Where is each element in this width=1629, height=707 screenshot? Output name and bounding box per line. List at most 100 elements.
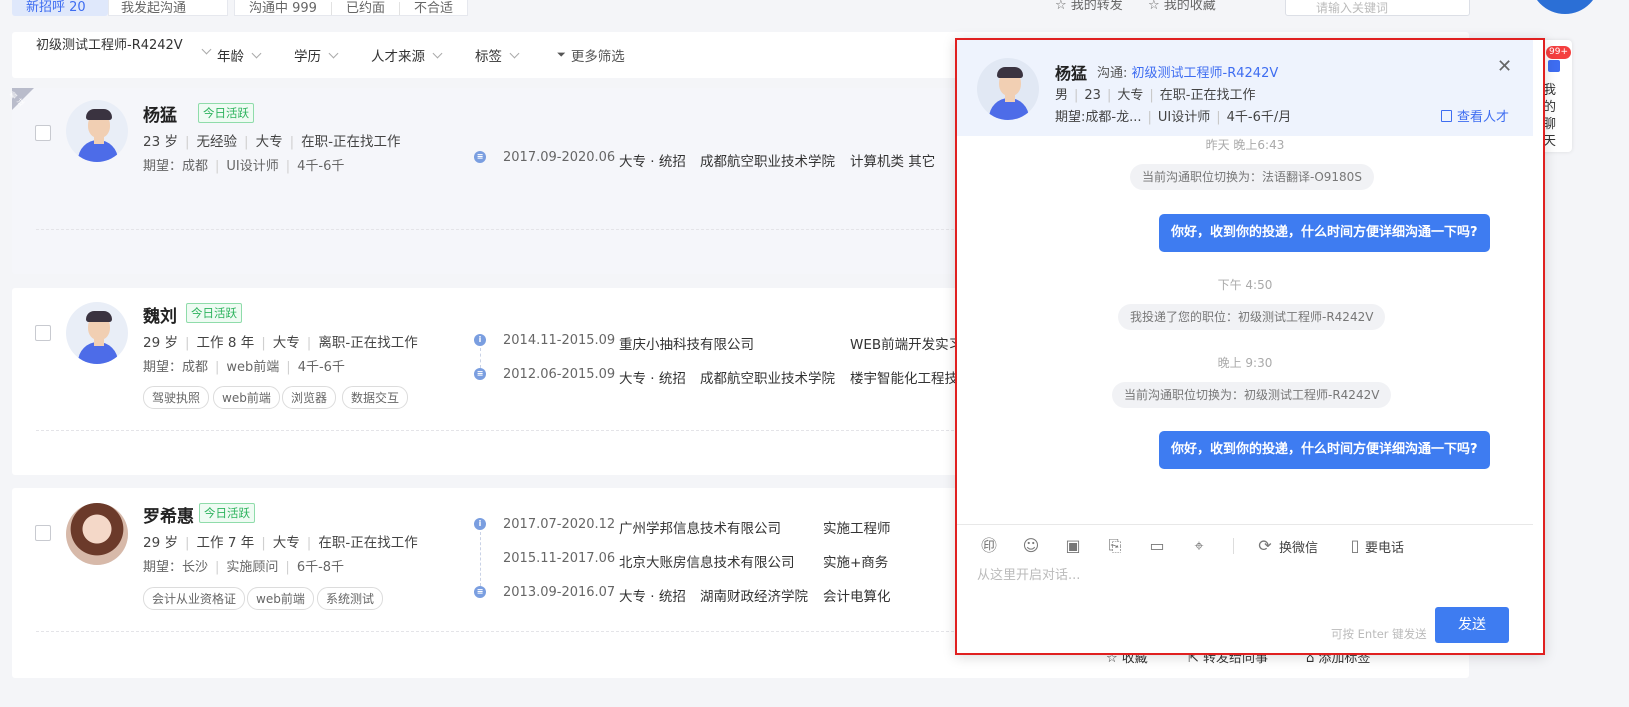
- timeline-school: 成都航空职业技术学院: [700, 371, 835, 387]
- message-time: 晚上 9:30: [1217, 356, 1273, 370]
- timeline-degree: 大专 · 统招: [619, 154, 686, 170]
- filter-education-label: 学历: [294, 49, 321, 65]
- video-icon[interactable]: ▭: [1147, 536, 1167, 556]
- common-phrases-icon[interactable]: ㊞: [979, 536, 999, 556]
- candidate-name[interactable]: 魏刘: [143, 302, 177, 327]
- filter-tags[interactable]: 标签: [475, 32, 520, 78]
- system-message: 我投递了您的职位：初级测试工程师-R4242V: [1118, 304, 1386, 330]
- message-time: 昨天 晚上6:43: [1205, 138, 1285, 152]
- candidate-name[interactable]: 杨猛: [143, 101, 177, 126]
- info-degree: 大专: [272, 335, 300, 351]
- segment-unsuitable[interactable]: 不合适: [400, 2, 467, 16]
- skill-tag: 数据交互: [342, 386, 409, 409]
- segment-communicating[interactable]: 沟通中 999: [235, 2, 332, 15]
- candidate-expectation: 期望：长沙 | 实施顾问 | 6千-8千: [143, 560, 345, 575]
- skill-tag: 系统测试: [317, 587, 384, 610]
- image-icon[interactable]: ▣: [1063, 536, 1083, 556]
- timeline-connector: [480, 532, 481, 586]
- filter-age[interactable]: 年龄: [217, 32, 262, 78]
- filter-age-label: 年龄: [217, 49, 244, 65]
- my-collect-link[interactable]: ☆ 我的收藏: [1148, 0, 1216, 13]
- timeline-major: 会计电算化: [823, 589, 891, 605]
- candidate-expectation: 期望：成都 | UI设计师 | 4千-6千: [143, 159, 345, 174]
- select-checkbox[interactable]: [35, 125, 51, 141]
- timeline-date: 2017.07-2020.12: [503, 517, 616, 532]
- viewed-corner-tag: 看过: [9, 88, 34, 110]
- close-icon[interactable]: ✕: [1497, 56, 1512, 77]
- timeline-company: 广州学邦信息技术有限公司: [619, 521, 781, 537]
- select-checkbox[interactable]: [35, 525, 51, 541]
- filter-more[interactable]: ⏷ 更多筛选: [557, 32, 625, 78]
- emoji-icon[interactable]: ☺: [1021, 536, 1041, 556]
- divider: [36, 430, 954, 431]
- expect-job: UI设计师: [226, 159, 279, 174]
- filter-more-label: 更多筛选: [570, 49, 625, 65]
- candidate-info: 29 岁 | 工作 8 年 | 大专 | 离职-正在找工作: [143, 335, 418, 351]
- candidate-name[interactable]: 罗希惠: [143, 502, 194, 527]
- timeline-school: 成都航空职业技术学院: [700, 154, 835, 170]
- timeline-degree: 大专 · 统招: [619, 589, 686, 605]
- expect-salary: 6千-8千: [296, 560, 345, 575]
- tab-initiated[interactable]: 我发起沟通: [108, 0, 228, 16]
- timeline-date: 2012.06-2015.09: [503, 367, 616, 382]
- enter-hint: 可按 Enter 键发送: [1331, 627, 1427, 641]
- send-button[interactable]: 发送: [1435, 607, 1509, 643]
- tab-new-greetings[interactable]: 新招呼 20: [12, 0, 108, 16]
- divider: [957, 524, 1533, 525]
- education-icon: ≡: [474, 368, 486, 380]
- my-forward-link[interactable]: ☆ 我的转发: [1055, 0, 1123, 13]
- request-phone-button[interactable]: 要电话: [1365, 537, 1404, 556]
- timeline-date: 2015.11-2017.06: [503, 551, 616, 566]
- filter-education[interactable]: 学历: [294, 32, 339, 78]
- job-filter-label[interactable]: 初级测试工程师-R4242V: [36, 38, 186, 54]
- info-age: 29 岁: [143, 335, 178, 351]
- wechat-icon[interactable]: ⟳: [1255, 536, 1275, 556]
- my-forward-label: 我的转发: [1070, 0, 1123, 13]
- chat-expect-city: 期望:成都-龙...: [1055, 110, 1142, 125]
- avatar: [66, 100, 128, 162]
- chat-expect-salary: 4千-6千/月: [1226, 110, 1292, 125]
- skill-tag: 会计从业资格证: [143, 587, 246, 610]
- timeline-position: 实施工程师: [823, 521, 891, 537]
- filter-tags-label: 标签: [475, 49, 502, 65]
- info-age: 29 岁: [143, 535, 178, 551]
- my-chat-label[interactable]: 我的聊天: [1543, 82, 1557, 150]
- unread-badge: 99+: [1546, 46, 1571, 59]
- timeline-position: WEB前端开发实习: [850, 337, 963, 353]
- exchange-wechat-button[interactable]: 换微信: [1279, 537, 1318, 556]
- timeline-date: 2013.09-2016.07: [503, 585, 616, 600]
- divider: [36, 229, 954, 230]
- education-icon: ≡: [474, 586, 486, 598]
- chat-job-link[interactable]: 初级测试工程师-R4242V: [1132, 66, 1279, 81]
- chat-avatar: [977, 58, 1039, 120]
- info-degree: 大专: [255, 134, 283, 150]
- message-input[interactable]: [977, 564, 1517, 586]
- chat-gender: 男: [1055, 88, 1069, 103]
- status-segments: 沟通中 999 已约面 不合适: [234, 0, 468, 16]
- info-experience: 工作 7 年: [196, 535, 255, 551]
- chat-degree: 大专: [1117, 88, 1144, 103]
- resume-icon[interactable]: ⎘: [1105, 536, 1125, 556]
- filter-source-label: 人才来源: [371, 49, 425, 65]
- divider: [36, 631, 954, 632]
- my-collect-label: 我的收藏: [1163, 0, 1216, 13]
- my-message: 你好，收到你的投递，什么时间方便详细沟通一下吗?: [1159, 431, 1490, 469]
- forward-icon: ☆: [1055, 0, 1071, 13]
- timeline-major: 计算机类 其它: [850, 154, 936, 170]
- user-avatar[interactable]: [1530, 0, 1600, 14]
- search-input[interactable]: 请输入关键词: [1285, 0, 1470, 16]
- select-checkbox[interactable]: [35, 325, 51, 341]
- view-talent-link[interactable]: 查看人才: [1441, 106, 1509, 125]
- candidate-info: 23 岁 | 无经验 | 大专 | 在职-正在找工作: [143, 134, 401, 150]
- expect-city: 期望：长沙: [143, 560, 209, 575]
- chevron-down-icon: [251, 48, 262, 58]
- segment-interview[interactable]: 已约面: [332, 2, 400, 15]
- candidate-info: 29 岁 | 工作 7 年 | 大专 | 在职-正在找工作: [143, 535, 418, 551]
- skill-tag: 驾驶执照: [143, 386, 210, 409]
- filter-source[interactable]: 人才来源: [371, 32, 443, 78]
- star-icon: ☆: [1148, 0, 1164, 13]
- location-icon[interactable]: ⌖: [1189, 536, 1209, 556]
- chevron-down-icon: [201, 44, 212, 55]
- phone-icon[interactable]: ▯: [1345, 536, 1365, 556]
- system-message: 当前沟通职位切换为：初级测试工程师-R4242V: [1112, 382, 1392, 408]
